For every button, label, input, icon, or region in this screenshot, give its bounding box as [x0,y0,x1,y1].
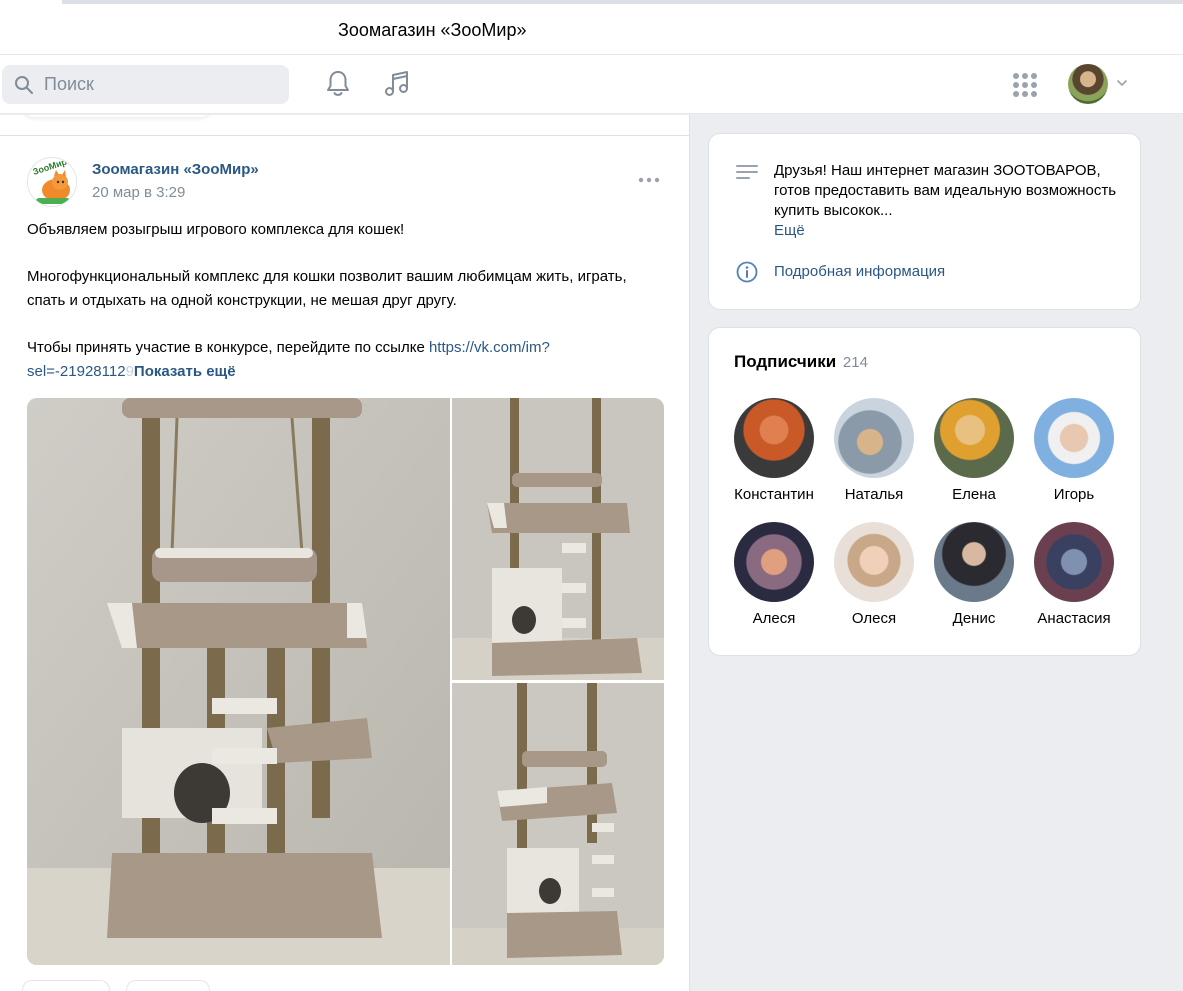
window-title: Зоомагазин «ЗооМир» [338,20,527,40]
apps-icon[interactable] [1013,73,1037,97]
subscriber-avatar[interactable] [834,398,914,478]
subscribers-title[interactable]: Подписчики 214 [734,352,868,372]
post-photo-2[interactable] [452,398,664,680]
wall-post: ЗооМир Зоомагазин «ЗооМир» 20 мар в 3:29… [0,115,690,991]
subscriber-avatar[interactable] [734,522,814,602]
search-input[interactable] [44,65,274,104]
subscriber-item[interactable]: Наталья [824,398,924,503]
top-header [0,54,1183,114]
divider [0,135,689,136]
subscribers-count: 214 [842,354,868,371]
community-info-card: Друзья! Наш интернет магазин ЗООТОВАРОВ,… [708,133,1141,310]
subscribers-card: Подписчики 214 Константин Наталья Елена … [708,327,1141,656]
subscriber-item[interactable]: Елена [924,398,1024,503]
post-actions-stub [22,980,212,991]
search-icon [15,76,33,94]
post-date[interactable]: 20 мар в 3:29 [92,184,185,201]
browser-tab-strip [62,0,1183,4]
post-photo-main[interactable] [27,398,450,965]
subscriber-name[interactable]: Анастасия [1024,610,1124,627]
show-more-link[interactable]: Показать ещё [134,363,236,380]
subscriber-name[interactable]: Игорь [1024,486,1124,503]
post-text-line: Объявляем розыгрыш игрового комплекса дл… [27,221,405,238]
subscriber-avatar[interactable] [834,522,914,602]
subscriber-item[interactable]: Игорь [1024,398,1124,503]
window-title-bar: Зоомагазин «ЗооМир» [0,0,1183,54]
community-description: Друзья! Наш интернет магазин ЗООТОВАРОВ,… [774,161,1119,241]
music-icon[interactable] [383,69,411,99]
info-icon [736,261,758,283]
subscriber-item[interactable]: Алеся [724,522,824,627]
user-avatar[interactable] [1068,64,1108,104]
details-link[interactable]: Подробная информация [774,263,945,280]
subscriber-item[interactable]: Денис [924,522,1024,627]
previous-block-edge [22,115,212,117]
subscriber-name[interactable]: Елена [924,486,1024,503]
subscriber-name[interactable]: Денис [924,610,1024,627]
subscriber-avatar[interactable] [1034,398,1114,478]
subscriber-name[interactable]: Алеся [724,610,824,627]
post-text-line: Чтобы принять участие в конкурсе, перейд… [27,339,550,380]
more-options-icon[interactable] [638,173,660,187]
post-photo-3[interactable] [452,683,664,965]
subscriber-item[interactable]: Олеся [824,522,924,627]
subscriber-avatar[interactable] [734,398,814,478]
subscriber-avatar[interactable] [934,522,1014,602]
description-more-link[interactable]: Ещё [774,221,1119,241]
post-author[interactable]: Зоомагазин «ЗооМир» [92,161,259,178]
search-box[interactable] [2,65,289,104]
subscriber-avatar[interactable] [1034,522,1114,602]
subscriber-name[interactable]: Олеся [824,610,924,627]
post-text-line: Многофункциональный комплекс для кошки п… [27,268,627,309]
subscriber-item[interactable]: Константин [724,398,824,503]
community-avatar[interactable]: ЗооМир [27,157,77,207]
bell-icon[interactable] [325,69,351,99]
subscriber-item[interactable]: Анастасия [1024,522,1124,627]
zoomir-logo-icon: ЗооМир [28,158,76,206]
chevron-down-icon[interactable] [1116,77,1128,89]
subscriber-name[interactable]: Наталья [824,486,924,503]
post-text: Объявляем розыгрыш игрового комплекса дл… [27,218,627,384]
subscriber-name[interactable]: Константин [724,486,824,503]
description-icon [736,165,758,179]
subscriber-avatar[interactable] [934,398,1014,478]
